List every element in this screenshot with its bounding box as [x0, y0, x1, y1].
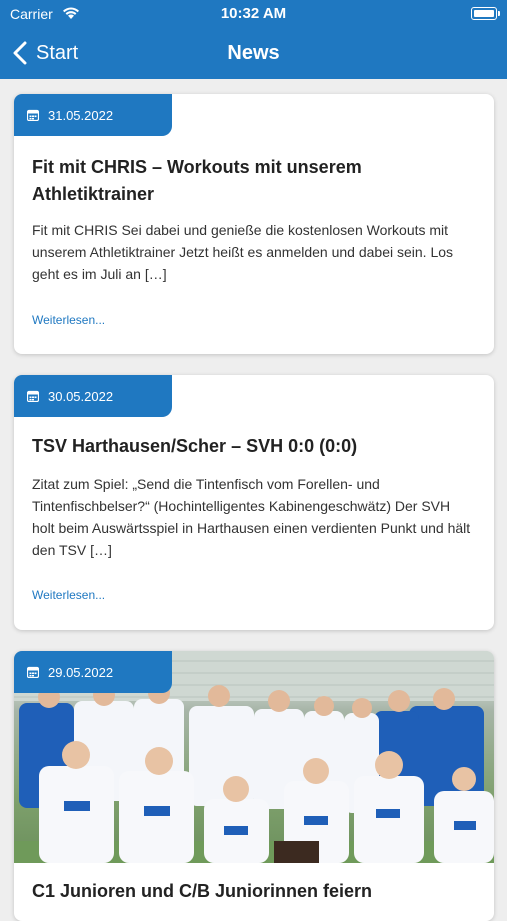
calendar-icon	[27, 666, 39, 678]
read-more-link[interactable]: Weiterlesen...	[32, 588, 105, 602]
date-badge: 31.05.2022	[14, 94, 172, 136]
status-bar: Carrier 10:32 AM	[0, 0, 507, 28]
navigation-bar: Carrier 10:32 AM Start News	[0, 0, 507, 79]
date-text: 30.05.2022	[48, 388, 114, 404]
date-text: 29.05.2022	[48, 664, 114, 680]
news-card[interactable]: 30.05.2022 TSV Harthausen/Scher – SVH 0:…	[14, 375, 494, 630]
calendar-icon	[27, 109, 39, 121]
article-title: TSV Harthausen/Scher – SVH 0:0 (0:0)	[32, 436, 358, 456]
article-title: Fit mit CHRIS – Workouts mit unserem Ath…	[32, 157, 362, 204]
page-title: News	[227, 42, 280, 64]
date-text: 31.05.2022	[48, 107, 114, 123]
news-card[interactable]: 29.05.2022 C1 Junioren und C/B Juniorinn…	[14, 651, 494, 921]
date-badge: 30.05.2022	[14, 375, 172, 417]
article-title: C1 Junioren und C/B Juniorinnen feiern	[32, 881, 373, 901]
read-more-link[interactable]: Weiterlesen...	[32, 313, 105, 327]
article-excerpt: Fit mit CHRIS Sei dabei und genieße die …	[32, 222, 454, 282]
calendar-icon	[27, 390, 39, 402]
article-excerpt: Zitat zum Spiel: „Send die Tintenfisch v…	[32, 476, 471, 558]
date-badge: 29.05.2022	[14, 651, 172, 693]
status-time: 10:32 AM	[220, 5, 287, 22]
news-card[interactable]: 31.05.2022 Fit mit CHRIS – Workouts mit …	[14, 94, 494, 354]
battery-icon	[471, 7, 500, 20]
